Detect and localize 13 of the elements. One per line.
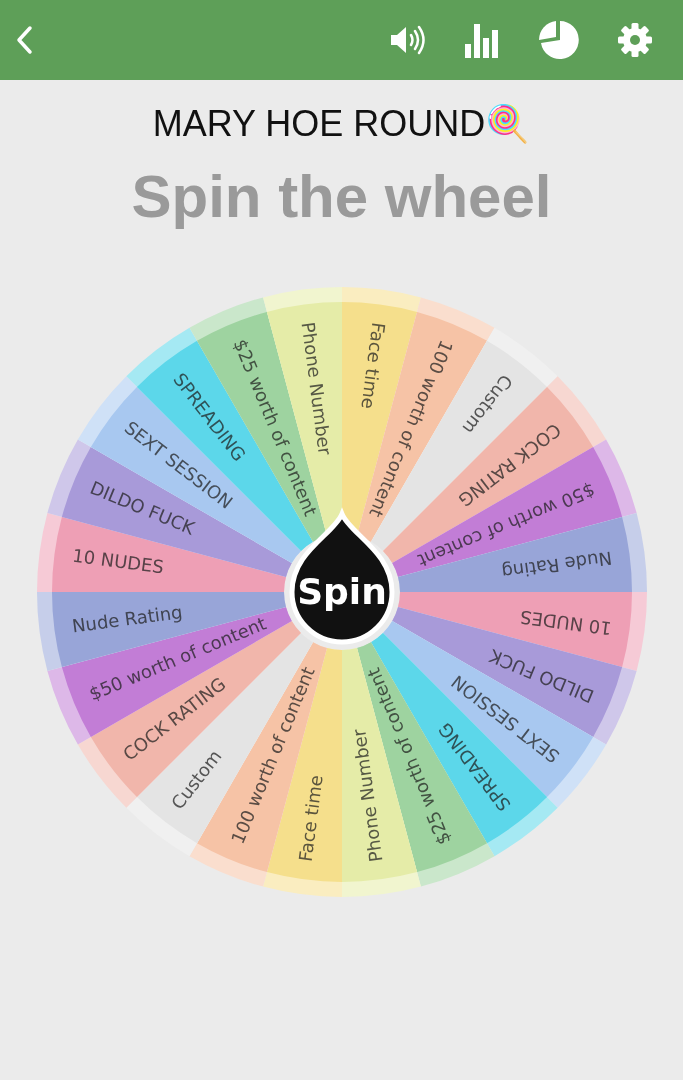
- page-heading: Spin the wheel: [130, 162, 553, 232]
- wheel-title: MARY HOE ROUND🍭: [151, 102, 532, 146]
- segment-label: Face time: [356, 321, 389, 411]
- pie-chart-icon[interactable]: [537, 19, 579, 61]
- speaker-icon[interactable]: [389, 24, 427, 56]
- segment-label: Nude Rating: [70, 601, 184, 637]
- segment-label: 10 NUDES: [518, 606, 613, 640]
- back-icon[interactable]: [14, 25, 34, 55]
- segment-label: 10 NUDES: [70, 544, 165, 578]
- segment-label: Face time: [294, 773, 327, 863]
- segment-label: Nude Rating: [499, 547, 613, 583]
- settings-icon[interactable]: [617, 22, 653, 58]
- bar-chart-icon[interactable]: [465, 22, 499, 58]
